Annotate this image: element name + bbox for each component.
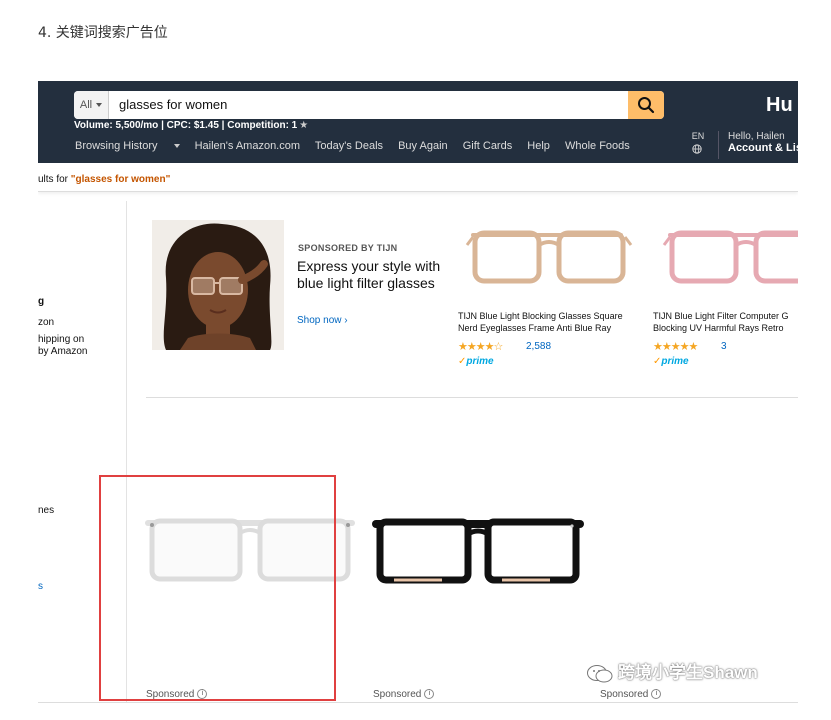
brand-text[interactable]: Hu (766, 94, 793, 117)
sponsored-text: Sponsored (373, 689, 422, 700)
bottom-divider (38, 702, 798, 703)
wechat-icon (587, 664, 613, 683)
shop-now-link[interactable]: Shop now › (297, 315, 348, 326)
keyword-stats-text: Volume: 5,500/mo | CPC: $1.45 | Competit… (74, 120, 298, 131)
chevron-down-icon (96, 103, 103, 108)
banner-product-2-prime-badge: ✓prime (653, 356, 689, 367)
nav-item-label: Browsing History (75, 140, 158, 152)
result-3-sponsored-label: Sponsored i (600, 689, 662, 700)
banner-product-1-prime-badge: ✓prime (458, 356, 494, 367)
department-label: All (79, 99, 93, 111)
sidebar-heading: g (38, 296, 45, 307)
sidebar-filter-item[interactable]: nes (38, 505, 54, 516)
sidebar-link[interactable]: s (38, 581, 43, 592)
sidebar-filter-amazon[interactable]: zon (38, 317, 54, 328)
sidebar-filter-free-shipping[interactable]: hipping on (38, 334, 84, 345)
nav-item-help[interactable]: Help (527, 140, 550, 152)
article-heading: 4. 关键词搜索广告位 (38, 25, 168, 41)
search-input[interactable]: glasses for women (119, 91, 227, 119)
results-prefix: ults for (38, 174, 71, 185)
language-selector[interactable]: EN (690, 131, 706, 141)
nav-bar: Browsing History Hailen's Amazon.com Tod… (75, 140, 642, 152)
keyword-stats: Volume: 5,500/mo | CPC: $1.45 | Competit… (74, 120, 308, 131)
chevron-down-icon (173, 144, 180, 149)
nav-item-todays-deals[interactable]: Today's Deals (315, 140, 383, 152)
nav-item-hailens-amazon[interactable]: Hailen's Amazon.com (195, 140, 300, 152)
nav-item-whole-foods[interactable]: Whole Foods (565, 140, 630, 152)
rating-stars: ★★★★★ (653, 341, 698, 353)
info-icon[interactable]: i (651, 689, 662, 700)
prime-label: prime (661, 356, 689, 367)
section-divider (146, 397, 798, 398)
search-bar: All glasses for women (74, 91, 664, 119)
account-lists-label: Account & Lis (728, 142, 798, 154)
nav-item-browsing-history[interactable]: Browsing History (75, 140, 180, 152)
prime-label: prime (466, 356, 494, 367)
department-dropdown[interactable]: All (74, 91, 109, 119)
info-icon[interactable]: i (424, 689, 435, 700)
banner-product-2-image[interactable] (662, 223, 798, 287)
banner-product-2-rating[interactable]: ★★★★★ (653, 340, 698, 353)
banner-product-1-reviews[interactable]: 2,588 (526, 341, 551, 352)
nav-item-buy-again[interactable]: Buy Again (398, 140, 448, 152)
result-2-sponsored-label: Sponsored i (373, 689, 435, 700)
results-info-bar: ults for "glasses for women" (38, 169, 798, 192)
ad-placement-highlight-box (99, 475, 336, 701)
search-icon (638, 97, 655, 114)
banner-product-1-title[interactable]: TIJN Blue Light Blocking Glasses Square … (458, 310, 638, 334)
search-button[interactable] (628, 91, 664, 119)
banner-product-2-title[interactable]: TIJN Blue Light Filter Computer G Blocki… (653, 310, 798, 334)
globe-icon[interactable] (692, 144, 702, 154)
wechat-watermark: 跨境小学生Shawn (586, 658, 758, 684)
banner-product-2-reviews[interactable]: 3 (721, 341, 727, 352)
account-greeting: Hello, Hailen (728, 131, 785, 142)
results-query: "glasses for women" (70, 174, 171, 185)
account-menu[interactable]: Hello, Hailen Account & Lis (718, 131, 798, 159)
amazon-header: All glasses for women Volume: 5,500/mo |… (38, 81, 798, 163)
result-2-product-image[interactable] (372, 516, 584, 586)
banner-product-1-rating[interactable]: ★★★★☆ (458, 340, 503, 353)
sponsored-text: Sponsored (600, 689, 649, 700)
nav-item-gift-cards[interactable]: Gift Cards (463, 140, 513, 152)
sponsored-by-label: SPONSORED BY TIJN (298, 243, 398, 253)
star-icon[interactable]: ★ (299, 120, 308, 131)
banner-product-1-image[interactable] (465, 223, 635, 287)
watermark-text: 跨境小学生Shawn (618, 663, 758, 682)
sidebar-filter-by-amazon: by Amazon (38, 346, 88, 357)
rating-stars: ★★★★☆ (458, 341, 503, 353)
banner-headline[interactable]: Express your style with blue light filte… (297, 258, 442, 292)
banner-model-image[interactable] (152, 220, 284, 350)
